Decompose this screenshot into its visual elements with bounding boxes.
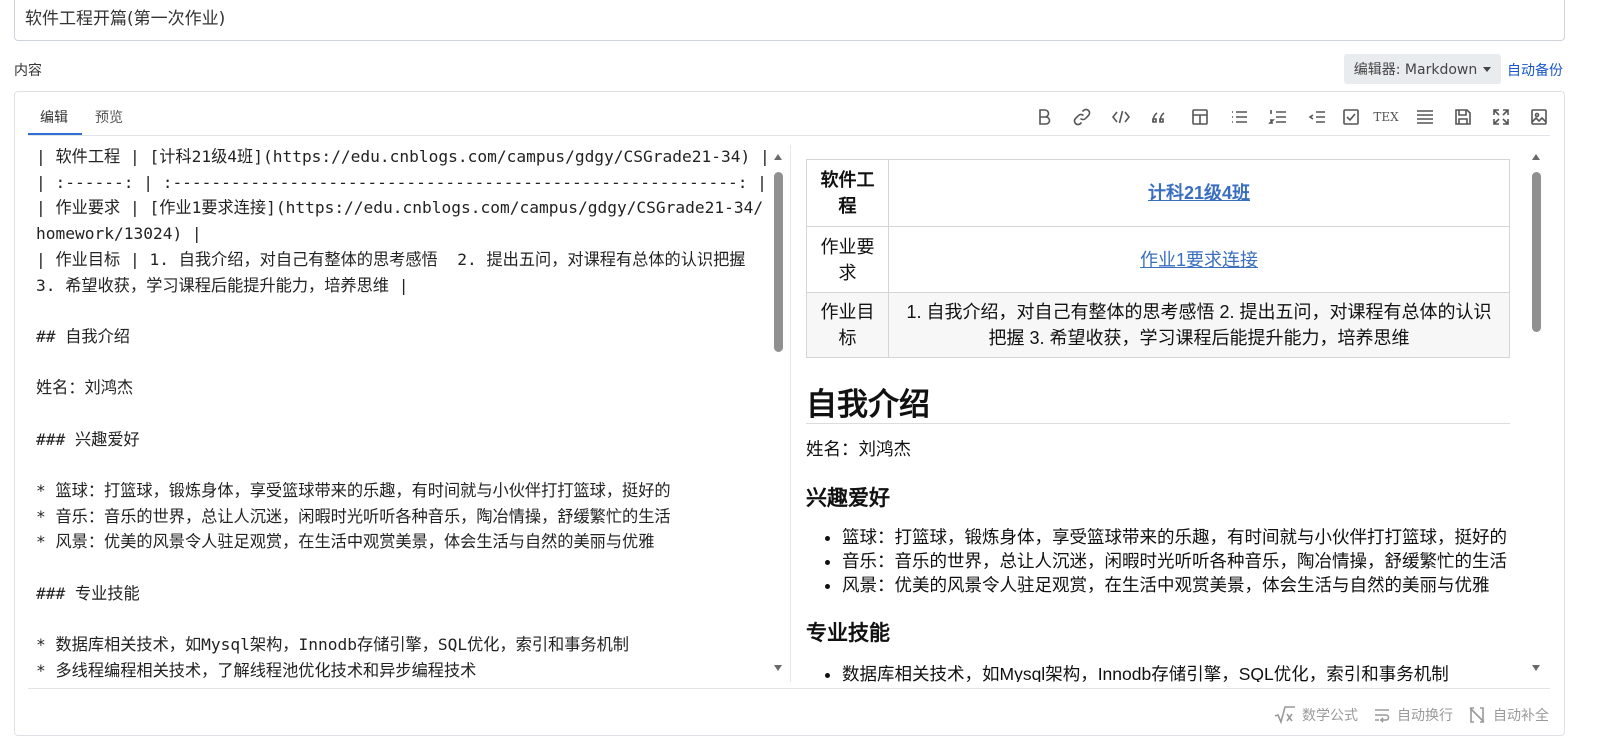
checkbox-icon[interactable] [1340,106,1362,128]
autocomplete-off-icon [1469,707,1485,723]
caret-down-icon [1483,66,1492,72]
list-item: 音乐：音乐的世界，总让人沉迷，闲暇时光听听各种音乐，陶冶情操，舒缓繁忙的生活 [842,549,1507,573]
source-line: * 数据库相关技术，如Mysql架构，Innodb存储引擎，SQL优化，索引和事… [36,635,629,655]
table-header-row: 软件工程 计科21级4班 [806,159,1510,227]
tabs-divider [28,135,1550,136]
autocomplete-toggle[interactable]: 自动补全 [1467,705,1549,725]
source-line [36,555,771,581]
source-line: ### 兴趣爱好 [36,429,140,449]
class-link[interactable]: 计科21级4班 [1148,183,1250,203]
image-icon[interactable] [1528,106,1550,128]
link-icon[interactable] [1071,106,1093,128]
tab-edit[interactable]: 编辑 [40,107,68,127]
hobbies-list: 篮球：打篮球，锻炼身体，享受篮球带来的乐趣，有时间就与小伙伴打打篮球，挺好的 音… [806,525,1507,597]
footer-divider [28,688,1550,689]
source-line [36,607,771,633]
markdown-preview: 软件工程 计科21级4班 作业要求 作业1要求连接 作业目标 1. 自我介绍，对… [806,145,1521,682]
list-item: 数据库相关技术，如Mysql架构，Innodb存储引擎，SQL优化，索引和事务机… [842,662,1449,682]
word-wrap-toggle[interactable]: 自动换行 [1373,705,1453,725]
source-line: | 作业要求 | [作业1要求连接](https://edu.cnblogs.c… [36,198,764,244]
preview-scrollbar[interactable] [1531,150,1541,680]
tex-icon[interactable]: TEX [1373,106,1399,128]
preview-name-line: 姓名：刘鸿杰 [806,439,911,459]
list-item: 篮球：打篮球，锻炼身体，享受篮球带来的乐趣，有时间就与小伙伴打打篮球，挺好的 [842,525,1507,549]
autocomplete-label: 自动补全 [1493,708,1549,724]
list-item: 风景：优美的风景令人驻足观赏，在生活中观赏美景，体会生活与自然的美丽与优雅 [842,573,1507,597]
table-header-cell: 计科21级4班 [888,159,1510,227]
table-header-cell: 软件工程 [806,159,889,227]
source-line [36,452,771,478]
source-line: 姓名：刘鸿杰 [36,378,134,398]
preview-heading-skills: 专业技能 [806,622,890,645]
justify-icon[interactable] [1414,106,1436,128]
title-input[interactable] [14,0,1565,41]
source-line: * 音乐：音乐的世界，总让人沉迷，闲暇时光听听各种音乐，陶冶情操，舒缓繁忙的生活 [36,506,671,526]
code-icon[interactable] [1110,106,1132,128]
table-cell: 1. 自我介绍，对自己有整体的思考感悟 2. 提出五问，对课程有总体的认识把握 … [888,292,1510,358]
table-cell: 作业要求 [806,226,889,293]
editor-select[interactable]: 编辑器: Markdown [1344,54,1501,84]
source-scrollbar[interactable] [773,150,783,680]
source-line: | :------: | :--------------------------… [36,172,767,192]
wrap-icon [1375,709,1390,723]
source-line: * 风景：优美的风景令人驻足观赏，在生活中观赏美景，体会生活与自然的美丽与优雅 [36,532,655,552]
source-scroll-thumb[interactable] [774,172,783,352]
scroll-up-arrow-icon[interactable] [774,154,782,160]
source-line [36,350,771,376]
heading-rule [806,423,1510,424]
source-line: | 软件工程 | [计科21级4班](https://edu.cnblogs.c… [36,147,770,166]
bulleted-list-icon[interactable] [1228,106,1250,128]
source-line: ### 专业技能 [36,583,140,603]
source-line [36,401,771,427]
bold-icon[interactable] [1033,106,1055,128]
preview-table: 软件工程 计科21级4班 作业要求 作业1要求连接 作业目标 1. 自我介绍，对… [806,159,1510,358]
numbered-list-icon[interactable] [1267,106,1289,128]
homework-link[interactable]: 作业1要求连接 [1140,250,1258,270]
table-row: 作业要求 作业1要求连接 [806,226,1510,293]
quote-icon[interactable] [1149,106,1171,128]
table-row: 作业目标 1. 自我介绍，对自己有整体的思考感悟 2. 提出五问，对课程有总体的… [806,292,1510,358]
table-icon[interactable] [1189,106,1211,128]
pane-divider [790,145,791,682]
table-cell: 作业1要求连接 [888,226,1510,293]
source-line: | 作业目标 | 1. 自我介绍，对自己有整体的思考感悟 2. 提出五问，对课程… [36,249,756,295]
markdown-source-editor[interactable]: | 软件工程 | [计科21级4班](https://edu.cnblogs.c… [36,144,771,682]
scroll-up-arrow-icon[interactable] [1532,154,1540,160]
source-line [36,298,771,324]
math-toggle[interactable]: 数学公式 [1274,705,1358,725]
source-line: ## 自我介绍 [36,326,130,346]
preview-heading-hobbies: 兴趣爱好 [806,487,890,510]
table-cell: 作业目标 [806,292,889,358]
tab-preview[interactable]: 预览 [95,107,123,127]
source-line: * 多线程编程相关技术，了解线程池优化技术和异步编程技术 [36,660,477,680]
math-label: 数学公式 [1302,708,1358,724]
sqrt-icon [1274,706,1295,724]
preview-heading-intro: 自我介绍 [806,387,930,422]
preview-scroll-thumb[interactable] [1532,172,1541,332]
scroll-down-arrow-icon[interactable] [774,665,782,671]
scroll-down-arrow-icon[interactable] [1532,665,1540,671]
skills-list: 数据库相关技术，如Mysql架构，Innodb存储引擎，SQL优化，索引和事务机… [806,662,1449,682]
tex-label: TEX [1373,110,1399,124]
source-line: * 篮球：打篮球，锻炼身体，享受篮球带来的乐趣，有时间就与小伙伴打打篮球，挺好的 [36,481,671,501]
editor-select-label: 编辑器: Markdown [1353,62,1478,78]
outdent-icon[interactable] [1306,106,1328,128]
auto-backup-link[interactable]: 自动备份 [1507,60,1563,80]
save-icon[interactable] [1452,106,1474,128]
wrap-label: 自动换行 [1397,708,1453,724]
content-label: 内容 [14,63,42,79]
fullscreen-icon[interactable] [1490,106,1512,128]
